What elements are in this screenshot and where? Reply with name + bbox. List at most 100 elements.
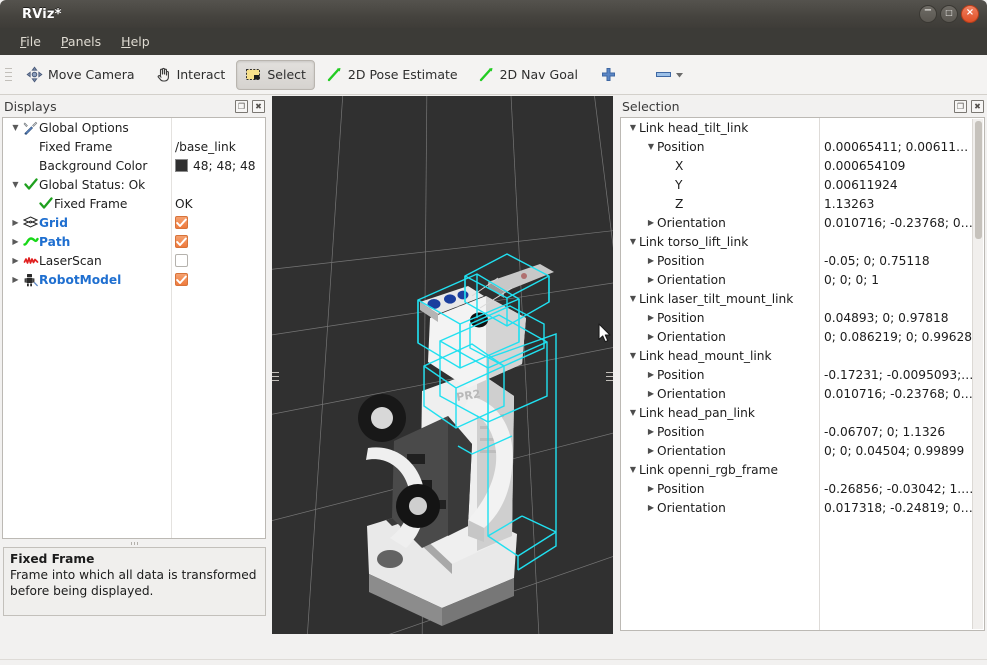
window-title: RViz* [22,7,62,22]
tree-label: Grid [39,216,68,230]
selection-row[interactable]: ▶Position-0.17231; -0.0095093;… [621,365,984,384]
selection-scrollbar-thumb[interactable] [975,121,982,239]
selection-row[interactable]: ▼Position0.00065411; 0.00611… [621,137,984,156]
tree-row-fixed-frame[interactable]: ▶ Fixed Frame /base_link [3,137,265,156]
selection-row[interactable]: ▶Position0.04893; 0; 0.97818 [621,308,984,327]
selection-row[interactable]: ▶Orientation0.017318; -0.24819; 0… [621,498,984,517]
expander-arrow[interactable]: ▶ [645,218,657,227]
selection-row[interactable]: ▶Orientation0.010716; -0.23768; 0… [621,213,984,232]
selection-row[interactable]: ▼Link head_tilt_link [621,118,984,137]
grid-enable-cell[interactable] [175,216,188,229]
description-title: Fixed Frame [10,552,259,568]
expander-arrow[interactable]: ▼ [627,294,639,303]
tree-row-global-status[interactable]: ▼ Global Status: Ok [3,175,265,194]
tool-measure-dropdown[interactable] [648,60,691,90]
expander-arrow[interactable]: ▼ [9,180,22,189]
expander-arrow[interactable]: ▼ [9,123,22,132]
path-checkbox[interactable] [175,235,188,248]
selection-row[interactable]: ▶Position-0.26856; -0.03042; 1.… [621,479,984,498]
selection-row-label: Link head_tilt_link [639,121,748,135]
tree-row-laserscan[interactable]: ▶ LaserScan [3,251,265,270]
tree-row-robotmodel[interactable]: ▶ [3,270,265,289]
selection-row[interactable]: ▶Orientation0; 0.086219; 0; 0.99628 [621,327,984,346]
selection-tree[interactable]: ▼Link head_tilt_link▼Position0.00065411;… [620,117,985,631]
selection-row[interactable]: ▼Link laser_tilt_mount_link [621,289,984,308]
no-icon [22,158,39,173]
grid-checkbox[interactable] [175,216,188,229]
expander-arrow[interactable]: ▶ [9,237,22,246]
selection-row-left: ▼Link head_tilt_link [621,121,748,135]
close-button[interactable]: × [961,5,979,23]
tree-row-status-fixed-frame[interactable]: ▶ Fixed Frame OK [3,194,265,213]
selection-row[interactable]: ▶Position-0.05; 0; 0.75118 [621,251,984,270]
tool-select[interactable]: Select [236,60,315,90]
tool-add-plus[interactable] [589,60,628,90]
menu-file[interactable]: File [10,31,51,52]
selection-scrollbar[interactable] [972,119,983,629]
expander-arrow[interactable]: ▼ [645,142,657,151]
expander-arrow[interactable]: ▶ [645,389,657,398]
expander-arrow[interactable]: ▶ [645,370,657,379]
selection-row[interactable]: Y0.00611924 [621,175,984,194]
selection-row[interactable]: ▶Position-0.06707; 0; 1.1326 [621,422,984,441]
expander-arrow[interactable]: ▼ [627,237,639,246]
laserscan-enable-cell[interactable] [175,254,188,267]
expander-arrow[interactable]: ▼ [627,408,639,417]
selection-row[interactable]: ▶Orientation0; 0; 0.04504; 0.99899 [621,441,984,460]
displays-tree[interactable]: ▼ Global Options [2,117,266,539]
minimize-button[interactable]: − [919,5,937,23]
selection-row[interactable]: ▶Orientation0; 0; 0; 1 [621,270,984,289]
selection-row[interactable]: ▼Link head_pan_link [621,403,984,422]
expander-arrow[interactable]: ▶ [645,427,657,436]
expander-arrow[interactable]: ▶ [645,503,657,512]
toolbar-drag-handle[interactable] [4,64,13,86]
tree-row-path[interactable]: ▶ Path [3,232,265,251]
float-panel-icon[interactable]: ❐ [235,100,248,113]
expander-arrow[interactable]: ▶ [9,218,22,227]
expander-arrow[interactable]: ▼ [627,123,639,132]
3d-render-view[interactable]: PR2 [272,96,613,634]
selection-row[interactable]: X0.000654109 [621,156,984,175]
tool-2d-pose-estimate[interactable]: 2D Pose Estimate [317,60,467,90]
path-enable-cell[interactable] [175,235,188,248]
main-toolbar: Move Camera Interact Select [0,55,987,95]
selection-row[interactable]: ▼Link openni_rgb_frame [621,460,984,479]
fixed-frame-value-cell[interactable]: /base_link [175,140,236,154]
viewport-right-splitter[interactable] [606,365,613,387]
expander-arrow[interactable]: ▶ [645,256,657,265]
close-panel-icon[interactable]: ✖ [971,100,984,113]
close-panel-icon[interactable]: ✖ [252,100,265,113]
selection-row[interactable]: Z1.13263 [621,194,984,213]
float-panel-icon[interactable]: ❐ [954,100,967,113]
maximize-button[interactable]: □ [940,5,958,23]
menu-help[interactable]: Help [111,31,160,52]
menu-panels[interactable]: Panels [51,31,111,52]
selection-row[interactable]: ▼Link torso_lift_link [621,232,984,251]
expander-arrow[interactable]: ▶ [645,332,657,341]
expander-arrow[interactable]: ▼ [627,351,639,360]
expander-arrow-spacer: ▶ [9,199,22,208]
robotmodel-enable-cell[interactable] [175,273,188,286]
expander-arrow[interactable]: ▶ [9,275,22,284]
expander-arrow[interactable]: ▶ [645,313,657,322]
robotmodel-checkbox[interactable] [175,273,188,286]
background-color-value-cell[interactable]: 48; 48; 48 [175,159,256,173]
tree-row-global-options[interactable]: ▼ Global Options [3,118,265,137]
expander-arrow[interactable]: ▼ [627,465,639,474]
measure-icon [655,66,672,83]
laserscan-checkbox[interactable] [175,254,188,267]
expander-arrow[interactable]: ▶ [9,256,22,265]
tool-move-camera[interactable]: Move Camera [17,60,144,90]
viewport-left-splitter[interactable] [272,365,279,387]
tool-interact[interactable]: Interact [146,60,235,90]
mouse-cursor [598,323,612,343]
expander-arrow[interactable]: ▶ [645,484,657,493]
expander-arrow[interactable]: ▶ [645,275,657,284]
color-swatch[interactable] [175,159,188,172]
tool-2d-nav-goal[interactable]: 2D Nav Goal [469,60,587,90]
selection-row[interactable]: ▶Orientation0.010716; -0.23768; 0… [621,384,984,403]
expander-arrow[interactable]: ▶ [645,446,657,455]
tree-row-grid[interactable]: ▶ Grid [3,213,265,232]
selection-row[interactable]: ▼Link head_mount_link [621,346,984,365]
tree-row-background-color[interactable]: ▶ Background Color 48; 48; 48 [3,156,265,175]
